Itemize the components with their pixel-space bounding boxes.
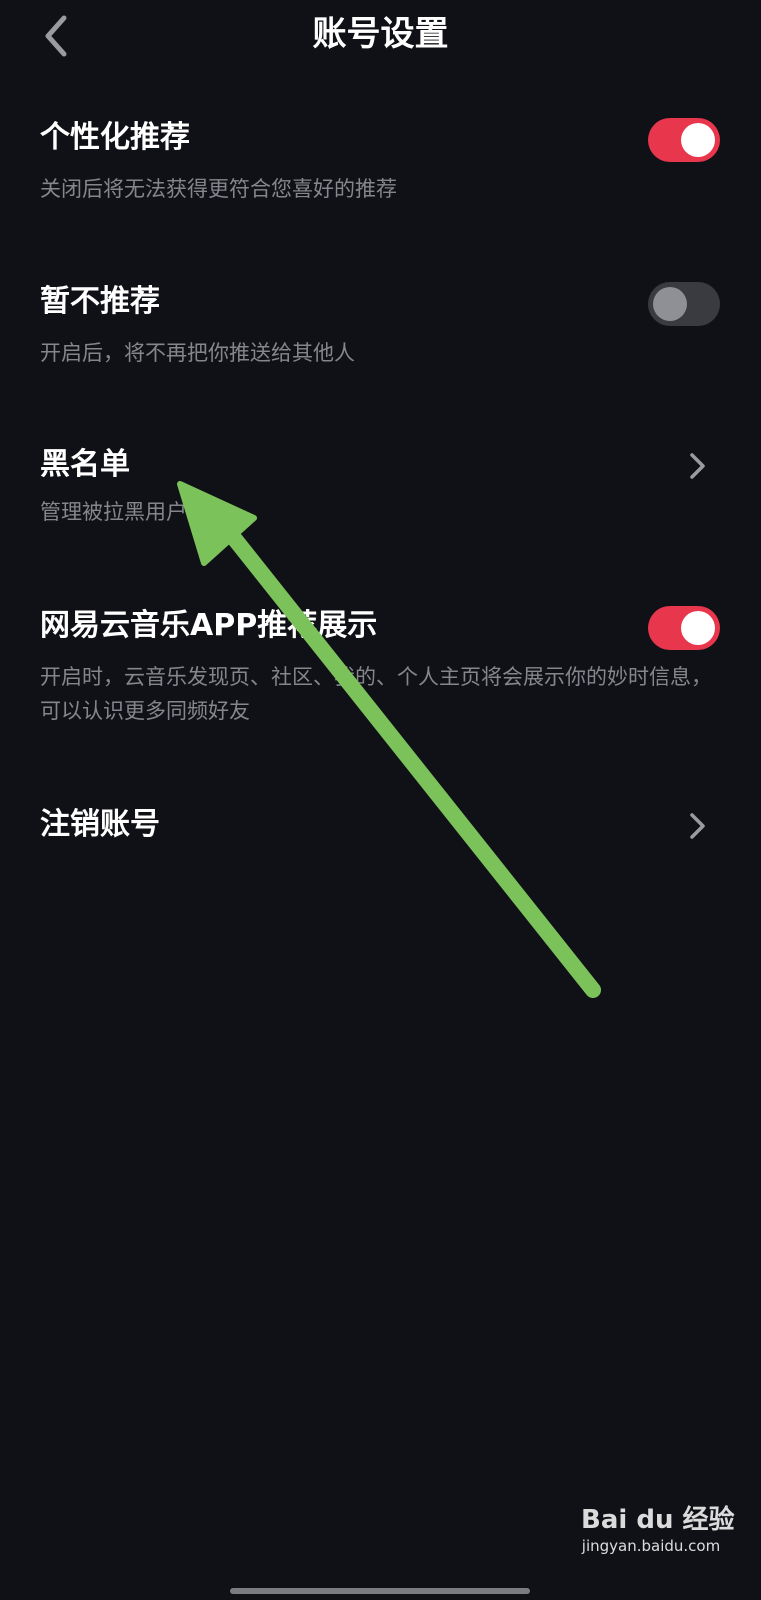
netease-app-recommendation-toggle[interactable] [648,606,720,650]
no-recommendation-toggle[interactable] [648,282,720,326]
header: 账号设置 [0,0,761,72]
setting-blacklist[interactable]: 黑名单 管理被拉黑用户 [40,445,720,535]
setting-title: 黑名单 [40,447,130,482]
setting-description: 开启时，云音乐发现页、社区、我的、个人主页将会展示你的妙时信息，可以认识更多同频… [40,665,712,723]
watermark-logo: Bai du 经验 [581,1505,735,1535]
setting-title: 暂不推荐 [40,284,160,319]
annotation-arrow-icon [177,481,601,998]
baidu-jingyan-watermark: Bai du 经验 jingyan.baidu.com [581,1504,735,1556]
watermark-url: jingyan.baidu.com [581,1537,721,1555]
chevron-right-icon [690,453,705,479]
chevron-right-icon [690,813,705,839]
setting-description: 开启后，将不再把你推送给其他人 [40,341,355,365]
account-settings-page: 账号设置 个性化推荐 关闭后将无法获得更符合您喜好的推荐 暂不推荐 开启后，将不… [0,0,761,1600]
setting-title: 注销账号 [40,807,160,842]
toggle-knob [681,123,715,157]
setting-title: 个性化推荐 [40,120,190,155]
setting-description: 管理被拉黑用户 [40,500,187,524]
toggle-knob [681,611,715,645]
setting-netease-app-recommendation-display: 网易云音乐APP推荐展示 开启时，云音乐发现页、社区、我的、个人主页将会展示你的… [40,606,720,726]
page-title: 账号设置 [312,14,449,54]
setting-personalized-recommendation: 个性化推荐 关闭后将无法获得更符合您喜好的推荐 [40,118,720,208]
setting-delete-account[interactable]: 注销账号 [40,805,720,849]
setting-description: 关闭后将无法获得更符合您喜好的推荐 [40,177,397,201]
setting-title: 网易云音乐APP推荐展示 [40,608,378,643]
personalized-recommendation-toggle[interactable] [648,118,720,162]
toggle-knob [653,287,687,321]
setting-no-recommendation: 暂不推荐 开启后，将不再把你推送给其他人 [40,282,720,372]
home-indicator[interactable] [230,1588,530,1594]
